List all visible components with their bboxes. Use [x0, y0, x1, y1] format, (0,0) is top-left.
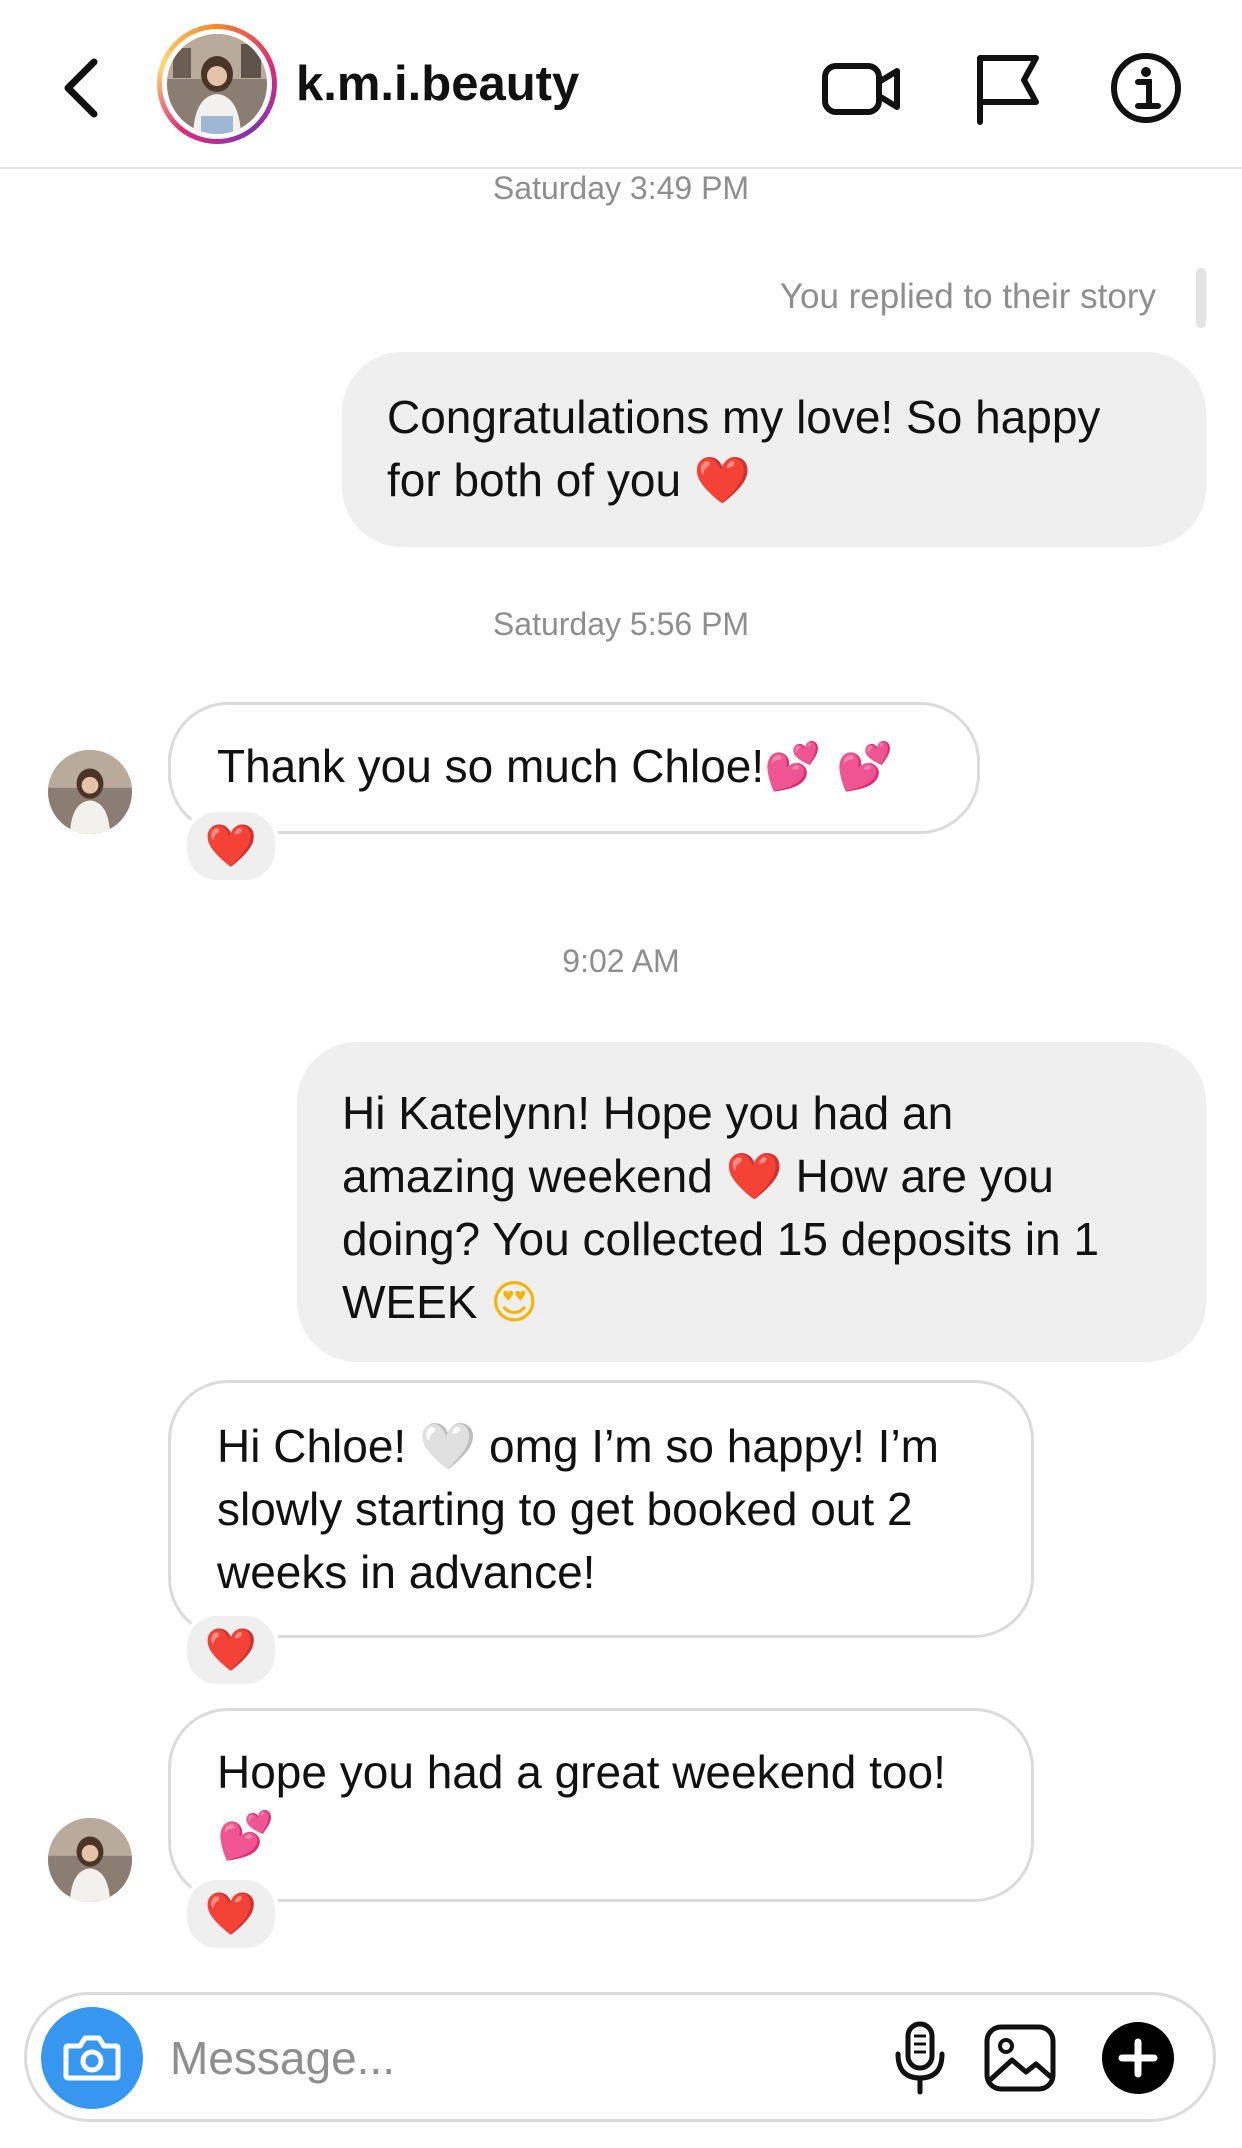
message-text: slowly starting to get booked out 2 — [217, 1483, 913, 1535]
chat-username[interactable]: k.m.i.beauty — [296, 56, 579, 112]
red-heart-emoji: ❤️ — [725, 1149, 783, 1203]
heart-reaction[interactable]: ❤️ — [183, 1876, 279, 1952]
message-text: Hi Chloe! — [217, 1420, 407, 1472]
gallery-icon[interactable] — [977, 2015, 1063, 2101]
incoming-message[interactable]: Thank you so much Chloe!💕 💕 — [168, 702, 980, 834]
chat-header: k.m.i.beauty — [0, 0, 1242, 169]
flag-icon[interactable] — [966, 48, 1050, 128]
timestamp: 9:02 AM — [562, 943, 680, 979]
info-icon[interactable] — [1104, 48, 1188, 128]
timestamp: Saturday 5:56 PM — [492, 606, 750, 642]
red-heart-emoji: ❤️ — [204, 1625, 258, 1674]
heart-reaction[interactable]: ❤️ — [183, 1612, 279, 1688]
red-heart-emoji: ❤️ — [204, 1889, 258, 1938]
message-input[interactable] — [168, 2017, 852, 2099]
heart-eyes-emoji: 😍 — [490, 1275, 539, 1329]
timestamp: Saturday 3:49 PM — [492, 170, 750, 206]
profile-avatar[interactable] — [157, 24, 277, 144]
microphone-icon[interactable] — [877, 2015, 963, 2101]
sender-avatar[interactable] — [48, 750, 132, 834]
message-text: amazing weekend — [342, 1150, 713, 1202]
message-text: doing? You collected 15 deposits in 1 — [342, 1213, 1100, 1265]
outgoing-message[interactable]: Congratulations my love! So happy for bo… — [342, 352, 1206, 547]
message-text: Hi Katelynn! Hope you had an — [342, 1087, 954, 1139]
message-text: Hope you had a great weekend too! — [217, 1746, 946, 1798]
message-composer — [24, 1992, 1216, 2122]
white-heart-emoji: 🤍 — [418, 1419, 477, 1473]
message-text: How are you — [795, 1150, 1054, 1202]
incoming-message[interactable]: Hope you had a great weekend too! 💕 — [168, 1708, 1034, 1902]
video-call-icon[interactable] — [820, 48, 904, 128]
story-reply-bar[interactable] — [1196, 268, 1206, 328]
back-chevron-icon[interactable] — [50, 48, 120, 128]
message-text: Thank you so much Chloe! — [217, 740, 765, 792]
outgoing-message[interactable]: Hi Katelynn! Hope you had an amazing wee… — [297, 1042, 1206, 1362]
heart-reaction[interactable]: ❤️ — [183, 808, 279, 884]
red-heart-emoji: ❤️ — [204, 821, 258, 870]
avatar-photo — [167, 34, 267, 134]
sender-avatar[interactable] — [48, 1818, 132, 1902]
two-hearts-emoji: 💕 💕 — [764, 739, 894, 793]
camera-icon[interactable] — [41, 2007, 143, 2109]
message-text: for both of you — [387, 454, 682, 506]
message-text: weeks in advance! — [217, 1546, 596, 1598]
message-text: WEEK — [342, 1276, 478, 1328]
incoming-message[interactable]: Hi Chloe! 🤍 omg I’m so happy! I’m slowly… — [168, 1380, 1034, 1638]
two-hearts-emoji: 💕 — [217, 1808, 275, 1862]
story-reply-note: You replied to their story — [779, 277, 1156, 316]
plus-icon[interactable] — [1095, 2015, 1181, 2101]
red-heart-emoji: ❤️ — [693, 453, 752, 507]
message-text: omg I’m so happy! I’m — [489, 1420, 939, 1472]
message-text: Congratulations my love! So happy — [387, 391, 1101, 443]
